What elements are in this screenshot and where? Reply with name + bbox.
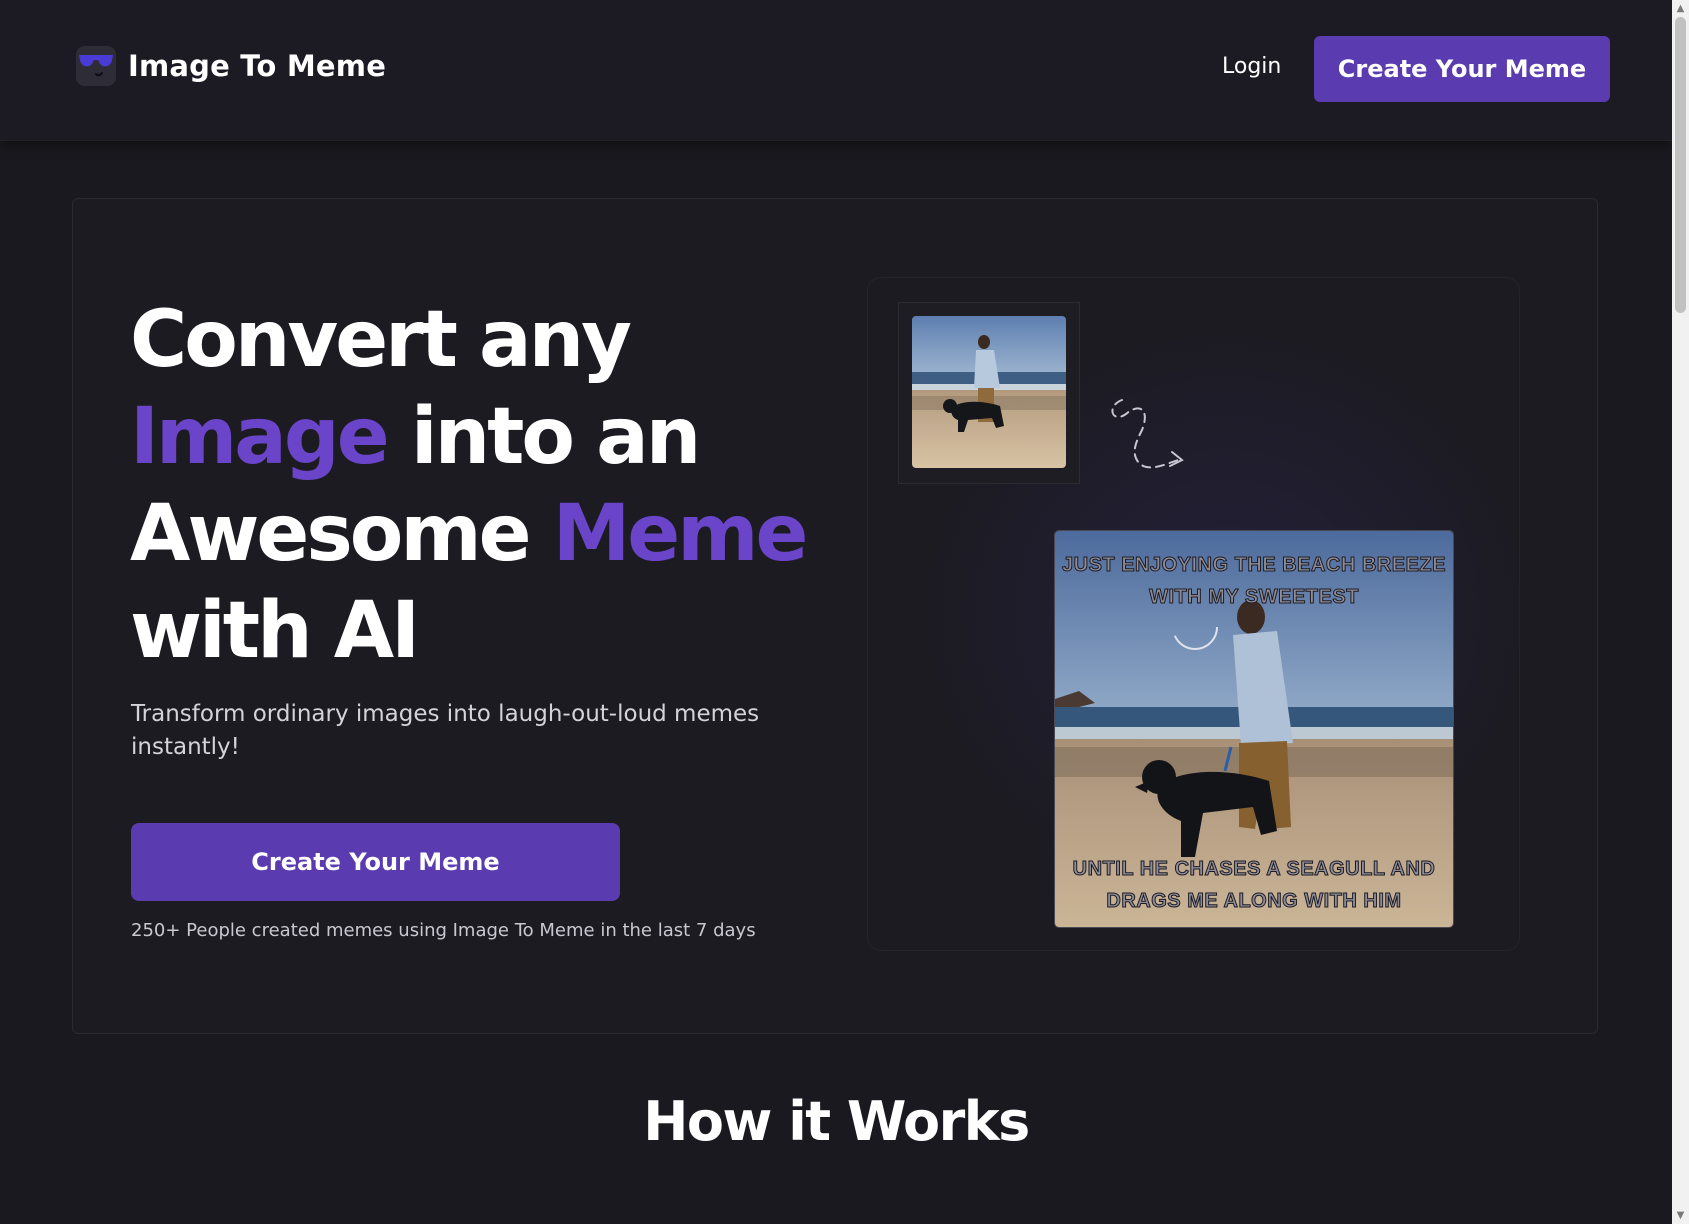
- dashed-curved-arrow-icon: [1111, 399, 1184, 469]
- social-proof-text: 250+ People created memes using Image To…: [131, 920, 756, 941]
- headline-line-3-start: Awesome: [130, 489, 532, 579]
- headline-accent-meme: Meme: [552, 489, 809, 579]
- source-image: [912, 316, 1066, 468]
- scroll-down-arrow-icon[interactable]: ▼: [1672, 1207, 1689, 1224]
- scrollbar-thumb[interactable]: [1675, 17, 1686, 313]
- headline-line-4: with AI: [130, 586, 420, 676]
- page-scrollbar[interactable]: ▲ ▼: [1672, 0, 1689, 1224]
- headline-line-3: Awesome Meme: [130, 486, 830, 583]
- how-it-works-title: How it Works: [643, 1090, 1030, 1153]
- headline-line-1: Convert any: [130, 295, 632, 385]
- hero-subtitle: Transform ordinary images into laugh-out…: [131, 701, 760, 760]
- headline-accent-image: Image: [130, 392, 390, 482]
- scroll-up-arrow-icon[interactable]: ▲: [1672, 0, 1689, 17]
- hero-headline: Convert any Image into an Awesome Meme w…: [130, 292, 830, 680]
- meme-top-caption: JUST ENJOYING THE BEACH BREEZE WITH MY S…: [1062, 554, 1446, 609]
- page: Image To Meme Login Create Your Meme Con…: [0, 0, 1689, 1224]
- headline-line-2: Image into an: [130, 389, 830, 486]
- header-create-meme-button[interactable]: Create Your Meme: [1314, 36, 1610, 102]
- brand-name: Image To Meme: [128, 49, 387, 83]
- meme-bottom-caption: UNTIL HE CHASES A SEAGULL AND DRAGS ME A…: [1072, 858, 1436, 913]
- site-header: Image To Meme Login Create Your Meme: [0, 0, 1672, 141]
- login-link[interactable]: Login: [1222, 54, 1281, 79]
- sunglasses-face-icon: [76, 46, 116, 86]
- meme-result-image: JUST ENJOYING THE BEACH BREEZE WITH MY S…: [1054, 530, 1454, 928]
- headline-line-2-rest: into an: [410, 392, 701, 482]
- hero-create-meme-button[interactable]: Create Your Meme: [131, 823, 620, 901]
- brand[interactable]: Image To Meme: [76, 46, 386, 86]
